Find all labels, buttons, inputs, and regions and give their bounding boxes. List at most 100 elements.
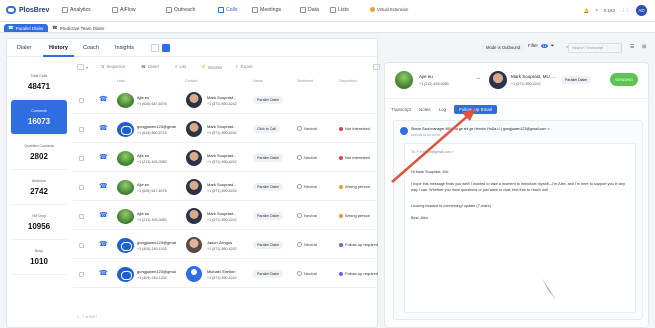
member-number: +1 (571) 890-4242 [207, 276, 237, 280]
stat-abandon[interactable]: Abandon 2742 [11, 170, 67, 205]
app-page: PlosBrev Analytics AiFlow Outreach Calls… [0, 0, 655, 328]
list-view-icon[interactable]: ☰ [630, 44, 634, 50]
lead-name[interactable]: gongjuwen123@gmai [137, 269, 176, 274]
lead-avatar [117, 238, 134, 253]
nav-data[interactable]: Data [300, 7, 319, 13]
caller-number: +1 (213) 493-0083 [419, 82, 449, 86]
detail-tabs: Transcript Notes Log Follow-Up Email [391, 104, 497, 114]
columns-icon[interactable] [373, 64, 380, 70]
email-close: Looking forward to connecting! update (T… [411, 204, 491, 208]
table-row[interactable]: ☎ gongjuwen123@gmai +1 (404) 249-1432 Jason… [73, 232, 379, 259]
search-transcript-input[interactable]: Search Transcript [568, 43, 622, 53]
member-name[interactable]: Mark Souprast... [207, 124, 236, 129]
nav-meetings[interactable]: Meetings [252, 7, 281, 13]
database-icon [300, 7, 306, 13]
grid-view-icon[interactable]: ⊞ [642, 44, 646, 50]
member-name[interactable]: Mark Souprast... [207, 153, 236, 158]
filter-button[interactable]: Filter 11 ⏷ [528, 43, 554, 48]
tab-transcript[interactable]: Transcript [391, 107, 411, 112]
nav-aiflow[interactable]: AiFlow [112, 7, 136, 13]
row-checkbox[interactable] [79, 185, 84, 190]
phone-icon[interactable]: ☎ [99, 154, 108, 161]
member-name[interactable]: Michael Shelton [207, 269, 235, 274]
row-checkbox[interactable] [79, 243, 84, 248]
user-avatar[interactable]: AD [636, 5, 647, 16]
table-row[interactable]: ☎ Ajie eu +1 (213) 493-0083 Mark Souprast..… [73, 145, 379, 172]
lead-number: +1 (404) 249-1432 [137, 276, 167, 280]
lead-name[interactable]: gongjuwen123@gmai [137, 124, 176, 129]
tab-parallel-dialer[interactable]: ☎ Parallel Dialer [4, 24, 48, 32]
row-checkbox[interactable] [79, 127, 84, 132]
member-name[interactable]: Mark Souprast... [207, 95, 236, 100]
lead-avatar [117, 209, 134, 224]
member-avatar [186, 208, 202, 224]
list-button[interactable]: ≡ List [175, 64, 186, 69]
stat-vm-drop[interactable]: VM Drop 10956 [11, 205, 67, 240]
status-button[interactable]: SENDING [610, 73, 638, 86]
help-icon[interactable]: ? [595, 8, 598, 13]
lead-name[interactable]: Ajie eu [137, 182, 149, 187]
member-number: +1 (571) 890-4242 [207, 102, 237, 106]
tab-insights[interactable]: Insights [115, 45, 134, 51]
member-name[interactable]: Mark Souprast... [207, 211, 236, 216]
tab-dialer[interactable]: Dialer [17, 45, 31, 51]
logo[interactable]: PlosBrev [6, 6, 49, 14]
lead-name[interactable]: Ajie eu [137, 211, 149, 216]
row-checkbox[interactable] [79, 214, 84, 219]
member-avatar [186, 92, 202, 108]
phone-icon[interactable]: ☎ [99, 241, 108, 248]
lead-number: +1 (626) 647-6076 [137, 102, 167, 106]
table-row[interactable]: ☎ Ajie eu +1 (626) 647-6076 Mark Souprast..… [73, 174, 379, 201]
table-row[interactable]: ☎ gongjuwen123@gmai +1 (615) 860-5715 Mark … [73, 116, 379, 143]
email-editor[interactable]: To: ** ▾ simon@gmail.com > Hi Mark Soupr… [404, 143, 636, 313]
nav-outreach[interactable]: Outreach [166, 7, 195, 13]
tab-predictive-team-dialer[interactable]: ☎ Predictive Team Dialer [48, 24, 109, 32]
mode-indicator[interactable]: Mode is Outbound [482, 43, 525, 53]
lead-name[interactable]: gongjuwen123@gmai [137, 240, 176, 245]
team-icon[interactable] [162, 44, 170, 52]
dialer-tabs: ☎ Parallel Dialer ☎ Predictive Team Dialer [0, 22, 655, 33]
export-button[interactable]: ⇪ Export [235, 64, 253, 69]
phone-icon[interactable]: ☎ [99, 125, 108, 132]
row-checkbox[interactable] [79, 98, 84, 103]
phone-icon[interactable]: ☎ [99, 212, 108, 219]
dialer-type-pill: Parallel Dialer [253, 183, 284, 191]
sequence-button[interactable]: ⇅ Sequence [101, 64, 125, 69]
nav-lists[interactable]: Lists [330, 7, 349, 13]
row-checkbox[interactable] [79, 272, 84, 277]
table-row[interactable]: ☎ Ajie eu +1 (213) 493-0083 Mark Souprast..… [73, 203, 379, 230]
person-icon[interactable] [151, 44, 159, 52]
send-icon [166, 7, 172, 13]
tab-coach[interactable]: Coach [83, 45, 99, 51]
disposition-dot-icon [339, 126, 343, 131]
grid-icon[interactable]: ⋮⋮ [621, 8, 630, 14]
stat-connects[interactable]: Connects 16073 [11, 100, 67, 135]
tab-log[interactable]: Log [439, 107, 447, 112]
virtual-extension[interactable]: Virtual Extension [370, 7, 408, 12]
dialer-button[interactable]: ☎ Dialer [141, 64, 159, 69]
tab-notes[interactable]: Notes [419, 107, 431, 112]
disposition: Not interested [339, 155, 370, 160]
table-row[interactable]: ☎ gongjuwen123@gmai +1 (404) 249-1432 Micha… [73, 261, 379, 288]
stat-busy[interactable]: Busy 1010 [11, 240, 67, 275]
phone-icon[interactable]: ☎ [99, 183, 108, 190]
stat-total-calls[interactable]: Total Calls 48471 [11, 65, 67, 100]
member-name[interactable]: Jason Zengus [207, 240, 232, 245]
nav-calls[interactable]: Calls [218, 7, 238, 13]
lead-name[interactable]: Ajie eu [137, 153, 149, 158]
member-name[interactable]: Mark Souprast... [207, 182, 236, 187]
phone-icon[interactable]: ☎ [99, 270, 108, 277]
select-all-dropdown[interactable]: ▾ [77, 64, 88, 70]
nav-analytics[interactable]: Analytics [62, 7, 91, 13]
notification-icon[interactable]: 🔔 [584, 8, 590, 14]
booster-button[interactable]: ⚡ Booster [201, 64, 223, 70]
row-checkbox[interactable] [79, 156, 84, 161]
extension-icon [370, 7, 375, 12]
tab-follow-up-email[interactable]: Follow-Up Email [454, 104, 497, 114]
phone-icon[interactable]: ☎ [99, 96, 108, 103]
table-row[interactable]: ☎ Ajie eu +1 (626) 647-6076 Mark Souprast..… [73, 87, 379, 114]
tab-history[interactable]: History [43, 45, 74, 57]
lead-name[interactable]: Ajie eu [137, 95, 149, 100]
stat-qualified-contacts[interactable]: Qualified Contacts 2802 [11, 135, 67, 170]
disposition: Follow-up required [339, 271, 378, 276]
